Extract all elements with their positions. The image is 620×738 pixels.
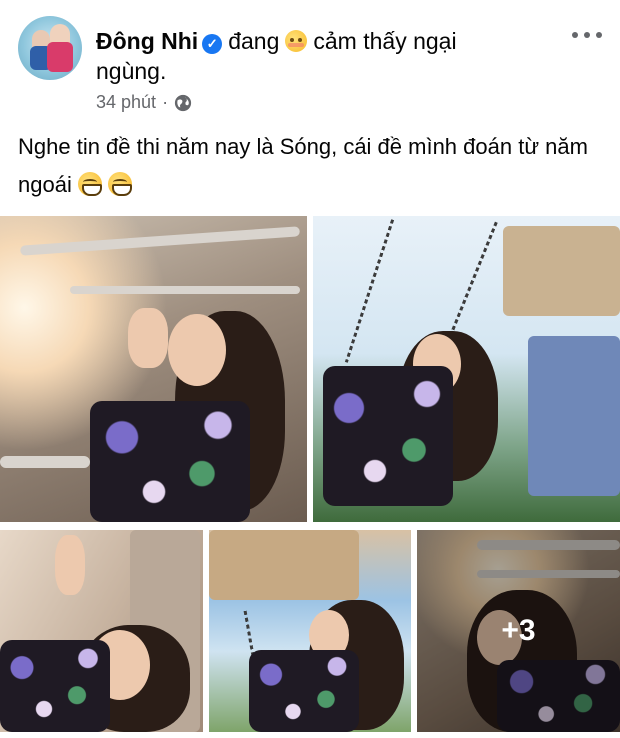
playground-rail: [19, 226, 301, 256]
floral-dress-shape: [90, 401, 250, 522]
verified-badge-icon: ✓: [202, 34, 223, 54]
photo-4[interactable]: [209, 530, 411, 732]
playground-structure: [528, 336, 620, 496]
playground-roof: [503, 226, 620, 316]
playground-rail: [70, 286, 300, 294]
post-header: Đông Nhi ✓ đang cảm thấy ngại ngùng.: [96, 26, 516, 86]
floral-dress-shape: [323, 366, 453, 506]
floral-dress-shape: [0, 640, 110, 732]
hand-shape: [128, 308, 168, 368]
post-body: Nghe tin đề thi năm nay là Sóng, cái đề …: [18, 134, 588, 197]
author-name[interactable]: Đông Nhi: [96, 28, 198, 54]
hand-shape: [55, 535, 85, 595]
globe-icon[interactable]: [174, 94, 192, 112]
floral-dress-shape: [249, 650, 359, 732]
more-photos-count: +3: [501, 614, 536, 647]
photo-1[interactable]: [0, 216, 307, 522]
swing-chain: [344, 219, 395, 363]
avatar-figure-woman: [47, 24, 73, 72]
avatar[interactable]: [18, 16, 82, 80]
more-options-icon[interactable]: [572, 30, 602, 40]
post-meta: 34 phút ·: [96, 92, 192, 113]
post-text: Nghe tin đề thi năm nay là Sóng, cái đề …: [18, 128, 608, 204]
grin-emoji-icon: [77, 172, 102, 196]
grin-emoji-icon: [107, 172, 132, 196]
feeling-prefix: đang: [228, 28, 280, 54]
photo-3[interactable]: [0, 530, 203, 732]
face-shape: [168, 314, 226, 386]
shy-face-icon: [285, 30, 308, 52]
photo-2[interactable]: [313, 216, 620, 522]
playground-rail: [0, 456, 90, 468]
playground-roof: [209, 530, 359, 600]
post-timestamp[interactable]: 34 phút: [96, 92, 156, 113]
more-photos-overlay[interactable]: +3: [417, 530, 620, 732]
meta-separator: ·: [162, 92, 169, 112]
